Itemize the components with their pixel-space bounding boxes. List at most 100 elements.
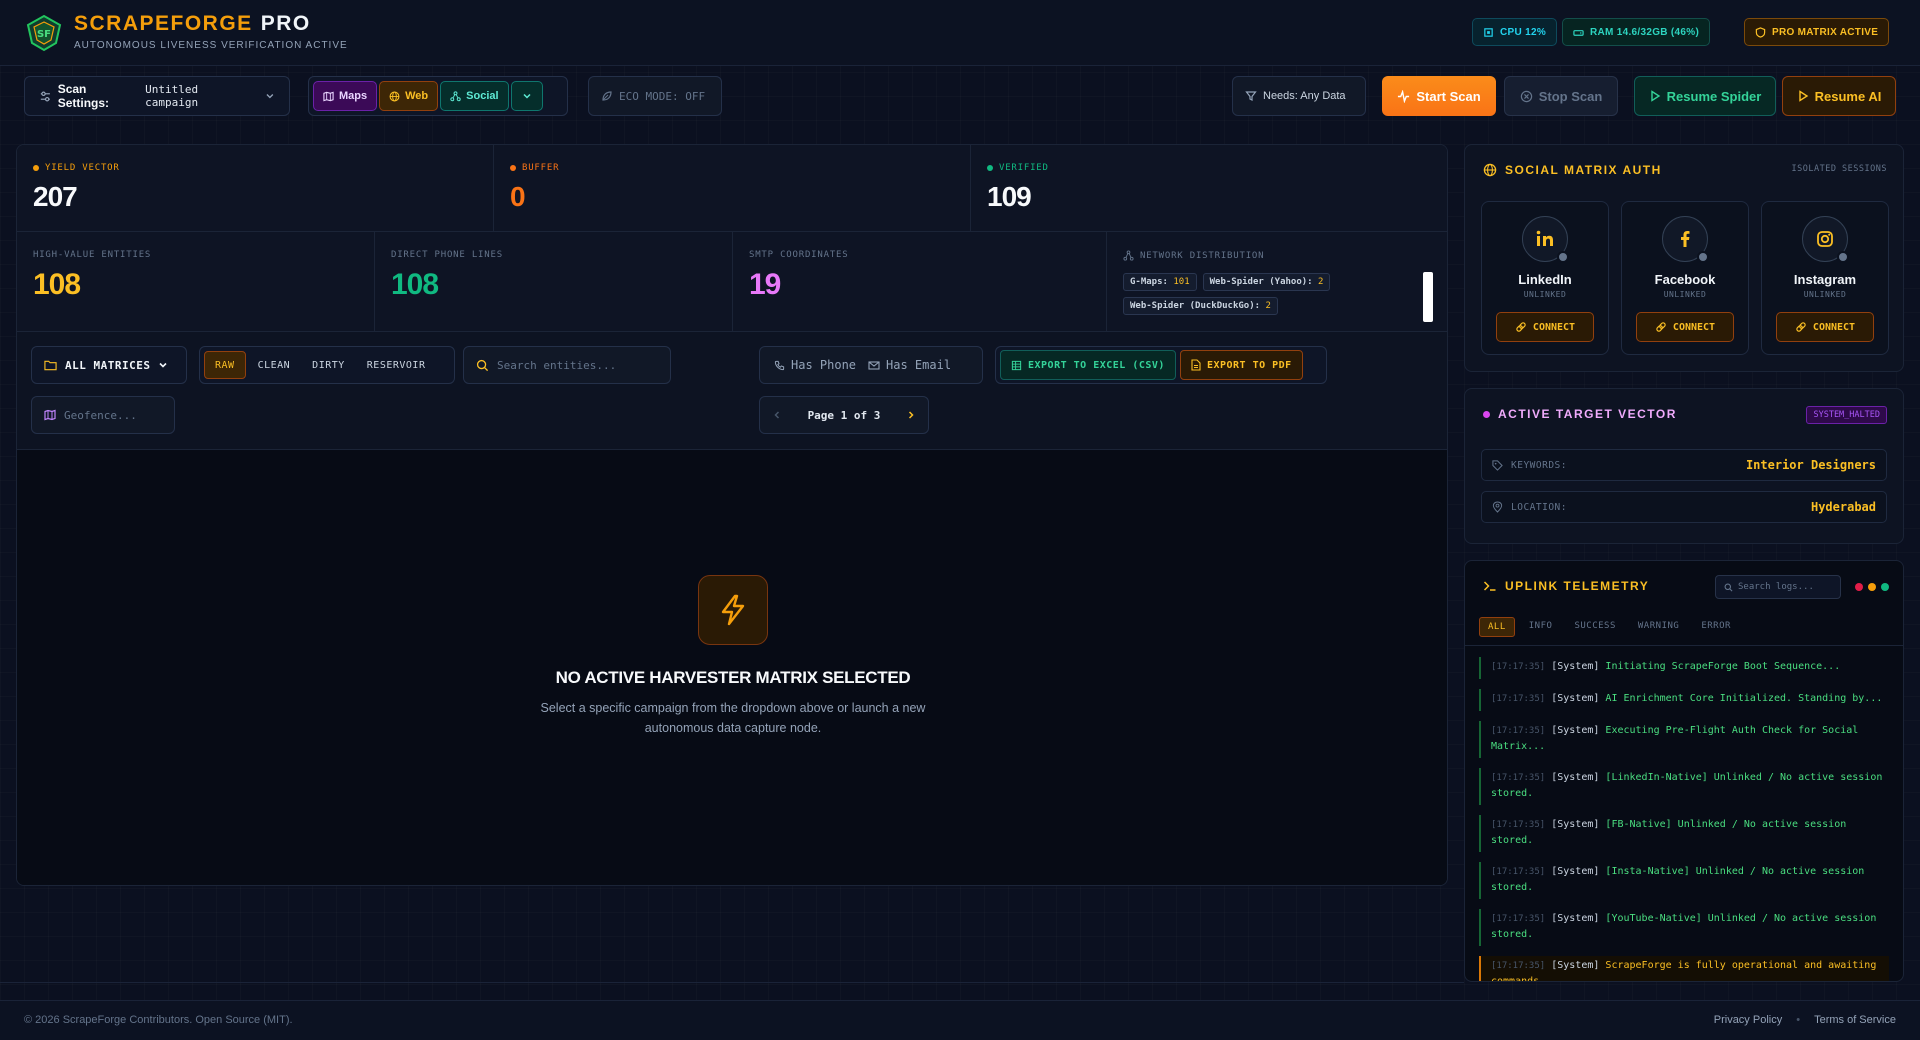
log-entry: [17:17:35] [System] AI Enrichment Core I… [1479, 689, 1889, 711]
red-light-icon [1855, 583, 1863, 591]
cpu-icon [1484, 27, 1493, 37]
has-phone-toggle[interactable]: Has Phone [774, 358, 856, 372]
instagram-connect-button[interactable]: CONNECT [1776, 312, 1874, 342]
has-phone-label: Has Phone [791, 358, 857, 372]
linkedin-connect-label: CONNECT [1532, 321, 1576, 333]
social-auth-title: SOCIAL MATRIX AUTH [1483, 163, 1662, 177]
filter-icon [1245, 91, 1257, 101]
chevron-down-icon [159, 362, 168, 368]
stop-scan-label: Stop Scan [1538, 88, 1603, 104]
terms-of-service-link[interactable]: Terms of Service [1814, 1014, 1896, 1026]
scan-settings-label: Scan Settings: [57, 82, 110, 110]
social-auth-title-text: SOCIAL MATRIX AUTH [1505, 163, 1662, 177]
scan-settings-dropdown[interactable]: Scan Settings: Untitled campaign [24, 76, 290, 116]
log-tab-info[interactable]: INFO [1521, 617, 1561, 637]
target-vector-title-text: ACTIVE TARGET VECTOR [1498, 407, 1677, 421]
all-matrices-dropdown[interactable]: ALL MATRICES [31, 346, 187, 384]
resume-ai-button[interactable]: Resume AI [1782, 76, 1896, 116]
stat-value: 109 [987, 181, 1032, 212]
green-light-icon [1881, 583, 1889, 591]
facebook-name: Facebook [1654, 272, 1716, 287]
empty-state-title: NO ACTIVE HARVESTER MATRIX SELECTED [555, 668, 911, 687]
log-list: [17:17:35] [System] Initiating ScrapeFor… [1479, 657, 1889, 981]
tab-reservoir[interactable]: RESERVOIR [357, 351, 436, 379]
resume-spider-button[interactable]: Resume Spider [1634, 76, 1776, 116]
tab-dirty[interactable]: DIRTY [302, 351, 355, 379]
stat-value: 207 [33, 181, 78, 212]
log-entry: [17:17:35] [System] [Insta-Native] Unlin… [1479, 862, 1889, 899]
source-social-toggle[interactable]: Social [440, 81, 509, 111]
log-entry-warning: [17:17:35] [System] ScrapeForge is fully… [1479, 956, 1889, 981]
globe-icon [1483, 163, 1497, 177]
play-icon [1798, 90, 1808, 102]
instagram-name: Instagram [1793, 272, 1857, 287]
source-maps-toggle[interactable]: Maps [313, 81, 378, 111]
tab-raw[interactable]: RAW [204, 351, 246, 379]
log-tab-warning[interactable]: WARNING [1630, 617, 1687, 637]
stat-verified: VERIFIED 109 [971, 145, 1447, 232]
eco-mode-toggle[interactable]: ECO MODE: OFF [588, 76, 722, 116]
app-header: SF SCRAPEFORGE PRO AUTONOMOUS LIVENESS VE… [0, 0, 1920, 66]
keywords-label: KEYWORDS: [1511, 459, 1567, 471]
has-email-toggle[interactable]: Has Email [868, 358, 951, 372]
footer-separator: • [1796, 1014, 1801, 1026]
log-tab-all[interactable]: ALL [1479, 617, 1515, 637]
plan-text: PRO MATRIX ACTIVE [1772, 26, 1879, 38]
chevron-right-icon[interactable] [906, 410, 916, 420]
svg-text:SF: SF [37, 29, 51, 40]
source-web-toggle[interactable]: Web [379, 81, 439, 111]
linkedin-icon [1522, 216, 1569, 263]
network-tags: G-Maps: 101 Web-Spider (Yahoo): 2 Web-Sp… [1123, 273, 1423, 315]
stop-scan-button[interactable]: Stop Scan [1504, 76, 1618, 116]
yellow-light-icon [1868, 583, 1876, 591]
stat-value: 108 [391, 268, 439, 301]
system-halted-badge: SYSTEM_HALTED [1806, 406, 1887, 424]
linkedin-connect-button[interactable]: CONNECT [1496, 312, 1594, 342]
main-panel: YIELD VECTOR 207 BUFFER 0 VERIFIED 109 H… [16, 144, 1448, 886]
contact-filters: Has Phone Has Email [759, 346, 983, 384]
stat-value: 0 [510, 181, 526, 212]
tag-icon [1492, 459, 1503, 471]
chevron-left-icon[interactable] [772, 410, 782, 420]
log-tab-success[interactable]: SUCCESS [1566, 617, 1623, 637]
geofence-input[interactable]: Geofence... [31, 396, 175, 434]
linkedin-name: LinkedIn [1518, 272, 1572, 287]
keywords-row: KEYWORDS: Interior Designers [1481, 449, 1887, 481]
facebook-connect-button[interactable]: CONNECT [1636, 312, 1734, 342]
resume-ai-label: Resume AI [1814, 88, 1882, 104]
chevron-down-icon [266, 94, 274, 99]
network-scrollbar[interactable] [1423, 272, 1433, 322]
telemetry-title-text: UPLINK TELEMETRY [1505, 579, 1650, 593]
stop-circle-icon [1520, 90, 1532, 102]
instagram-connect-label: CONNECT [1812, 321, 1856, 333]
privacy-policy-link[interactable]: Privacy Policy [1714, 1014, 1782, 1026]
needs-filter-dropdown[interactable]: Needs: Any Data [1232, 76, 1366, 116]
all-matrices-label: ALL MATRICES [65, 358, 151, 372]
page-indicator: Page 1 of 3 [807, 408, 881, 422]
source-selector: Maps Web Social [308, 76, 568, 116]
toolbar: Scan Settings: Untitled campaign Maps We… [0, 66, 1920, 124]
source-options-button[interactable] [510, 81, 543, 111]
activity-icon [1398, 89, 1410, 103]
location-value: Hyderabad [1810, 500, 1876, 514]
geofence-placeholder: Geofence... [64, 408, 137, 422]
log-tab-error[interactable]: ERROR [1693, 617, 1739, 637]
tab-clean[interactable]: CLEAN [248, 351, 301, 379]
network-icon [1123, 250, 1134, 261]
log-entry: [17:17:35] [System] Initiating ScrapeFor… [1479, 657, 1889, 679]
link-icon [1656, 322, 1666, 332]
copyright: © 2026 ScrapeForge Contributors. Open So… [24, 1014, 293, 1026]
export-excel-button[interactable]: EXPORT TO EXCEL (CSV) [1000, 350, 1176, 380]
log-search-input[interactable]: Search logs... [1715, 575, 1841, 599]
linkedin-status: UNLINKED [1523, 290, 1567, 299]
status-dot-icon [1697, 251, 1709, 263]
stat-smtp-coordinates: SMTP COORDINATES 19 [733, 232, 1107, 332]
search-entities-input[interactable]: Search entities... [463, 346, 671, 384]
stat-label: VERIFIED [999, 163, 1049, 173]
linkedin-card: LinkedIn UNLINKED CONNECT [1481, 201, 1609, 355]
stat-value: 19 [749, 268, 781, 301]
start-scan-button[interactable]: Start Scan [1382, 76, 1496, 116]
start-scan-label: Start Scan [1416, 88, 1481, 104]
export-pdf-button[interactable]: EXPORT TO PDF [1179, 350, 1303, 380]
divider [1465, 645, 1903, 646]
